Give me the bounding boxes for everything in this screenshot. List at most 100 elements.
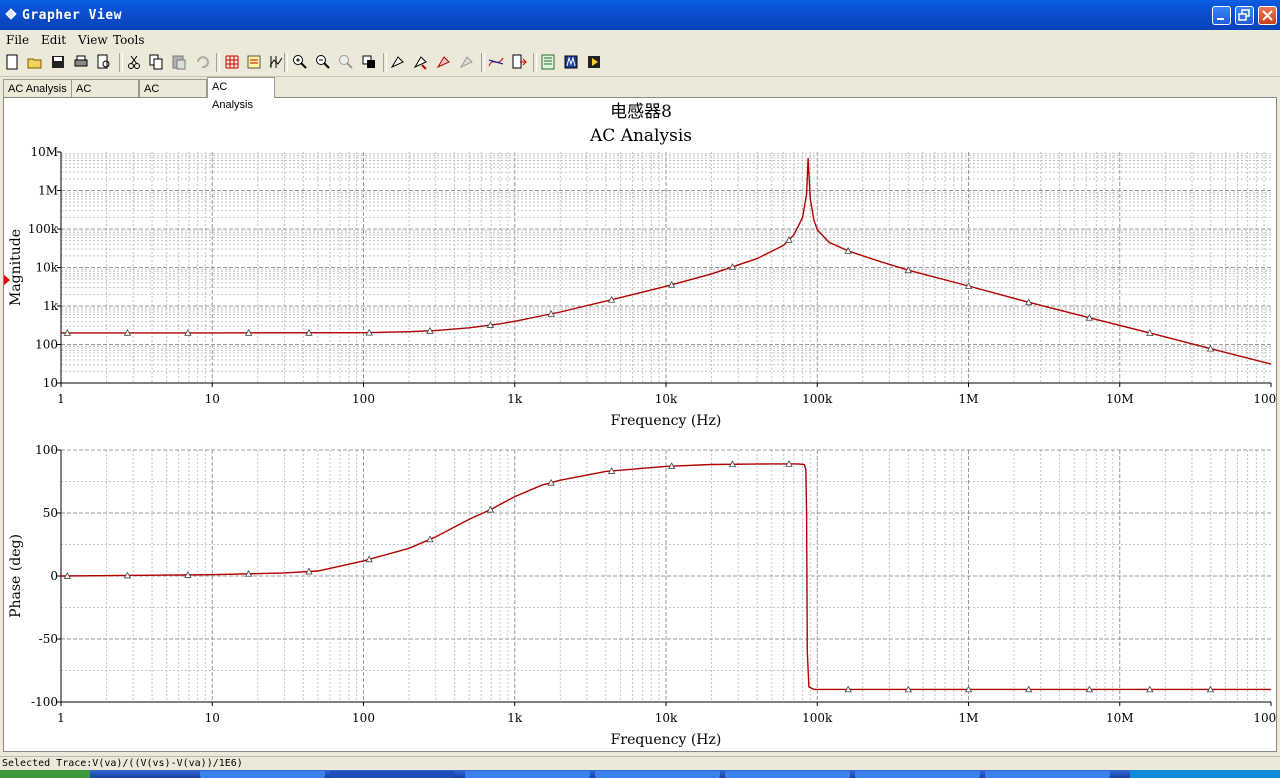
undo-icon[interactable] xyxy=(194,54,210,70)
grid-icon[interactable] xyxy=(224,54,240,70)
x-axis-label: Frequency (Hz) xyxy=(611,732,722,748)
overlay-traces-icon[interactable] xyxy=(488,54,504,70)
x-tick-label: 10k xyxy=(655,711,678,725)
start-button[interactable] xyxy=(0,770,90,778)
taskbar-button[interactable] xyxy=(330,771,455,778)
taskbar xyxy=(0,770,1280,778)
y-tick-label: 50 xyxy=(43,506,58,520)
cursors-icon[interactable] xyxy=(268,54,284,70)
y-tick-label: 10 xyxy=(43,376,58,390)
minimize-icon xyxy=(1217,18,1224,20)
x-tick-label: 10 xyxy=(205,711,220,725)
taskbar-button[interactable] xyxy=(725,771,850,778)
x-tick-label: 1k xyxy=(507,392,523,406)
system-tray xyxy=(1130,770,1280,778)
select-traces-icon[interactable] xyxy=(413,54,429,70)
x-tick-label: 1M xyxy=(959,392,979,406)
open-icon[interactable] xyxy=(27,54,43,70)
taskbar-button[interactable] xyxy=(985,771,1110,778)
x-tick-label: 1 xyxy=(57,392,65,406)
x-tick-label: 10M xyxy=(1106,392,1134,406)
copy-icon[interactable] xyxy=(148,54,164,70)
x-tick-label: 100 xyxy=(352,711,375,725)
x-tick-label: 10M xyxy=(1106,711,1134,725)
x-tick-label: 100k xyxy=(802,392,833,406)
y-tick-label: -50 xyxy=(39,632,58,646)
menu-bar: File Edit View Tools xyxy=(0,30,1280,50)
paste-icon[interactable] xyxy=(171,54,187,70)
menu-view[interactable]: View xyxy=(78,33,108,47)
restore-icon xyxy=(1238,9,1250,21)
minimize-button[interactable] xyxy=(1212,6,1231,25)
menu-edit[interactable]: Edit xyxy=(41,33,66,47)
toolbar-separator xyxy=(284,53,288,72)
menu-file[interactable]: File xyxy=(6,33,29,47)
y-axis-label: Phase (deg) xyxy=(8,534,24,618)
plot-title: 电感器8 xyxy=(610,102,672,122)
app-icon xyxy=(5,8,17,20)
y-tick-label: 1k xyxy=(43,299,59,313)
toolbar-separator xyxy=(481,53,485,72)
plot-subtitle: AC Analysis xyxy=(589,126,692,146)
x-tick-label: 1k xyxy=(507,711,523,725)
window-title: Grapher View xyxy=(22,8,122,23)
y-tick-label: 10M xyxy=(30,145,58,159)
close-button[interactable] xyxy=(1258,6,1277,25)
tab-ac-analysis-4[interactable]: AC Analysis xyxy=(207,77,275,111)
zoom-out-icon[interactable] xyxy=(315,54,331,70)
tab-ac-analysis-1[interactable]: AC Analysis xyxy=(3,79,72,97)
x-tick-label: 1M xyxy=(959,711,979,725)
reverse-colors-icon[interactable] xyxy=(459,54,475,70)
x-tick-label: 100k xyxy=(802,711,833,725)
plots-svg: 电感器8 AC Analysis 1 10 100 1k 10k 100k 1M 10M 100… xyxy=(3,102,1280,748)
cut-icon[interactable] xyxy=(126,54,142,70)
y-tick-label: 100k xyxy=(28,222,59,236)
export-icon[interactable] xyxy=(511,54,527,70)
new-icon[interactable] xyxy=(4,54,20,70)
magnitude-chart: 1 10 100 1k 10k 100k 1M 10M 100M 10 100 1k 10k 100k 1M… xyxy=(8,145,1280,429)
zoom-in-icon[interactable] xyxy=(292,54,308,70)
x-tick-label: 100 xyxy=(352,392,375,406)
y-tick-label: 10k xyxy=(35,261,58,275)
taskbar-button[interactable] xyxy=(200,771,325,778)
legend-icon[interactable] xyxy=(246,54,262,70)
x-tick-label: 10k xyxy=(655,392,678,406)
x-axis-label: Frequency (Hz) xyxy=(611,413,722,429)
toggle-bw-icon[interactable] xyxy=(361,54,377,70)
y-tick-label: -100 xyxy=(31,695,58,709)
x-tick-label: 10 xyxy=(205,392,220,406)
export-lvm-icon[interactable] xyxy=(586,54,602,70)
grapher-plot-area[interactable]: 电感器8 AC Analysis 1 10 100 1k 10k 100k 1M 10M 100… xyxy=(3,97,1280,752)
x-tick-label: 100M xyxy=(1253,392,1276,406)
toolbar-separator xyxy=(533,53,537,72)
phase-chart: 1 10 100 1k 10k 100k 1M 10M 100M 100 50 0 -50 -100 Fre… xyxy=(8,443,1280,748)
y-axis-label: Magnitude xyxy=(8,229,24,306)
select-marks-icon[interactable] xyxy=(390,54,406,70)
x-tick-label: 100M xyxy=(1253,711,1276,725)
print-preview-icon[interactable] xyxy=(96,54,112,70)
properties-icon[interactable] xyxy=(436,54,452,70)
taskbar-button[interactable] xyxy=(465,771,590,778)
export-excel-icon[interactable] xyxy=(540,54,556,70)
save-icon[interactable] xyxy=(50,54,66,70)
y-tick-label: 1M xyxy=(38,184,58,198)
toolbar xyxy=(0,50,1280,77)
restore-button[interactable] xyxy=(1235,6,1254,25)
print-icon[interactable] xyxy=(73,54,89,70)
tab-ac-analysis-3[interactable]: AC Analysis xyxy=(139,79,207,113)
zoom-full-icon[interactable] xyxy=(338,54,354,70)
y-tick-label: 0 xyxy=(50,569,58,583)
tab-ac-analysis-2[interactable]: AC Analysis xyxy=(71,79,139,113)
title-bar: Grapher View xyxy=(0,0,1280,30)
export-mathcad-icon[interactable] xyxy=(563,54,579,70)
status-bar: Selected Trace:V(va)/((V(vs)-V(va))/1E6) xyxy=(0,756,1280,770)
x-tick-label: 1 xyxy=(57,711,65,725)
toolbar-separator xyxy=(383,53,387,72)
y-tick-label: 100 xyxy=(35,443,58,457)
taskbar-button[interactable] xyxy=(595,771,720,778)
tab-strip: AC Analysis AC Analysis AC Analysis AC A… xyxy=(0,77,1280,113)
taskbar-button[interactable] xyxy=(855,771,980,778)
menu-tools[interactable]: Tools xyxy=(113,33,145,47)
toolbar-separator xyxy=(216,53,220,72)
y-tick-label: 100 xyxy=(35,338,58,352)
